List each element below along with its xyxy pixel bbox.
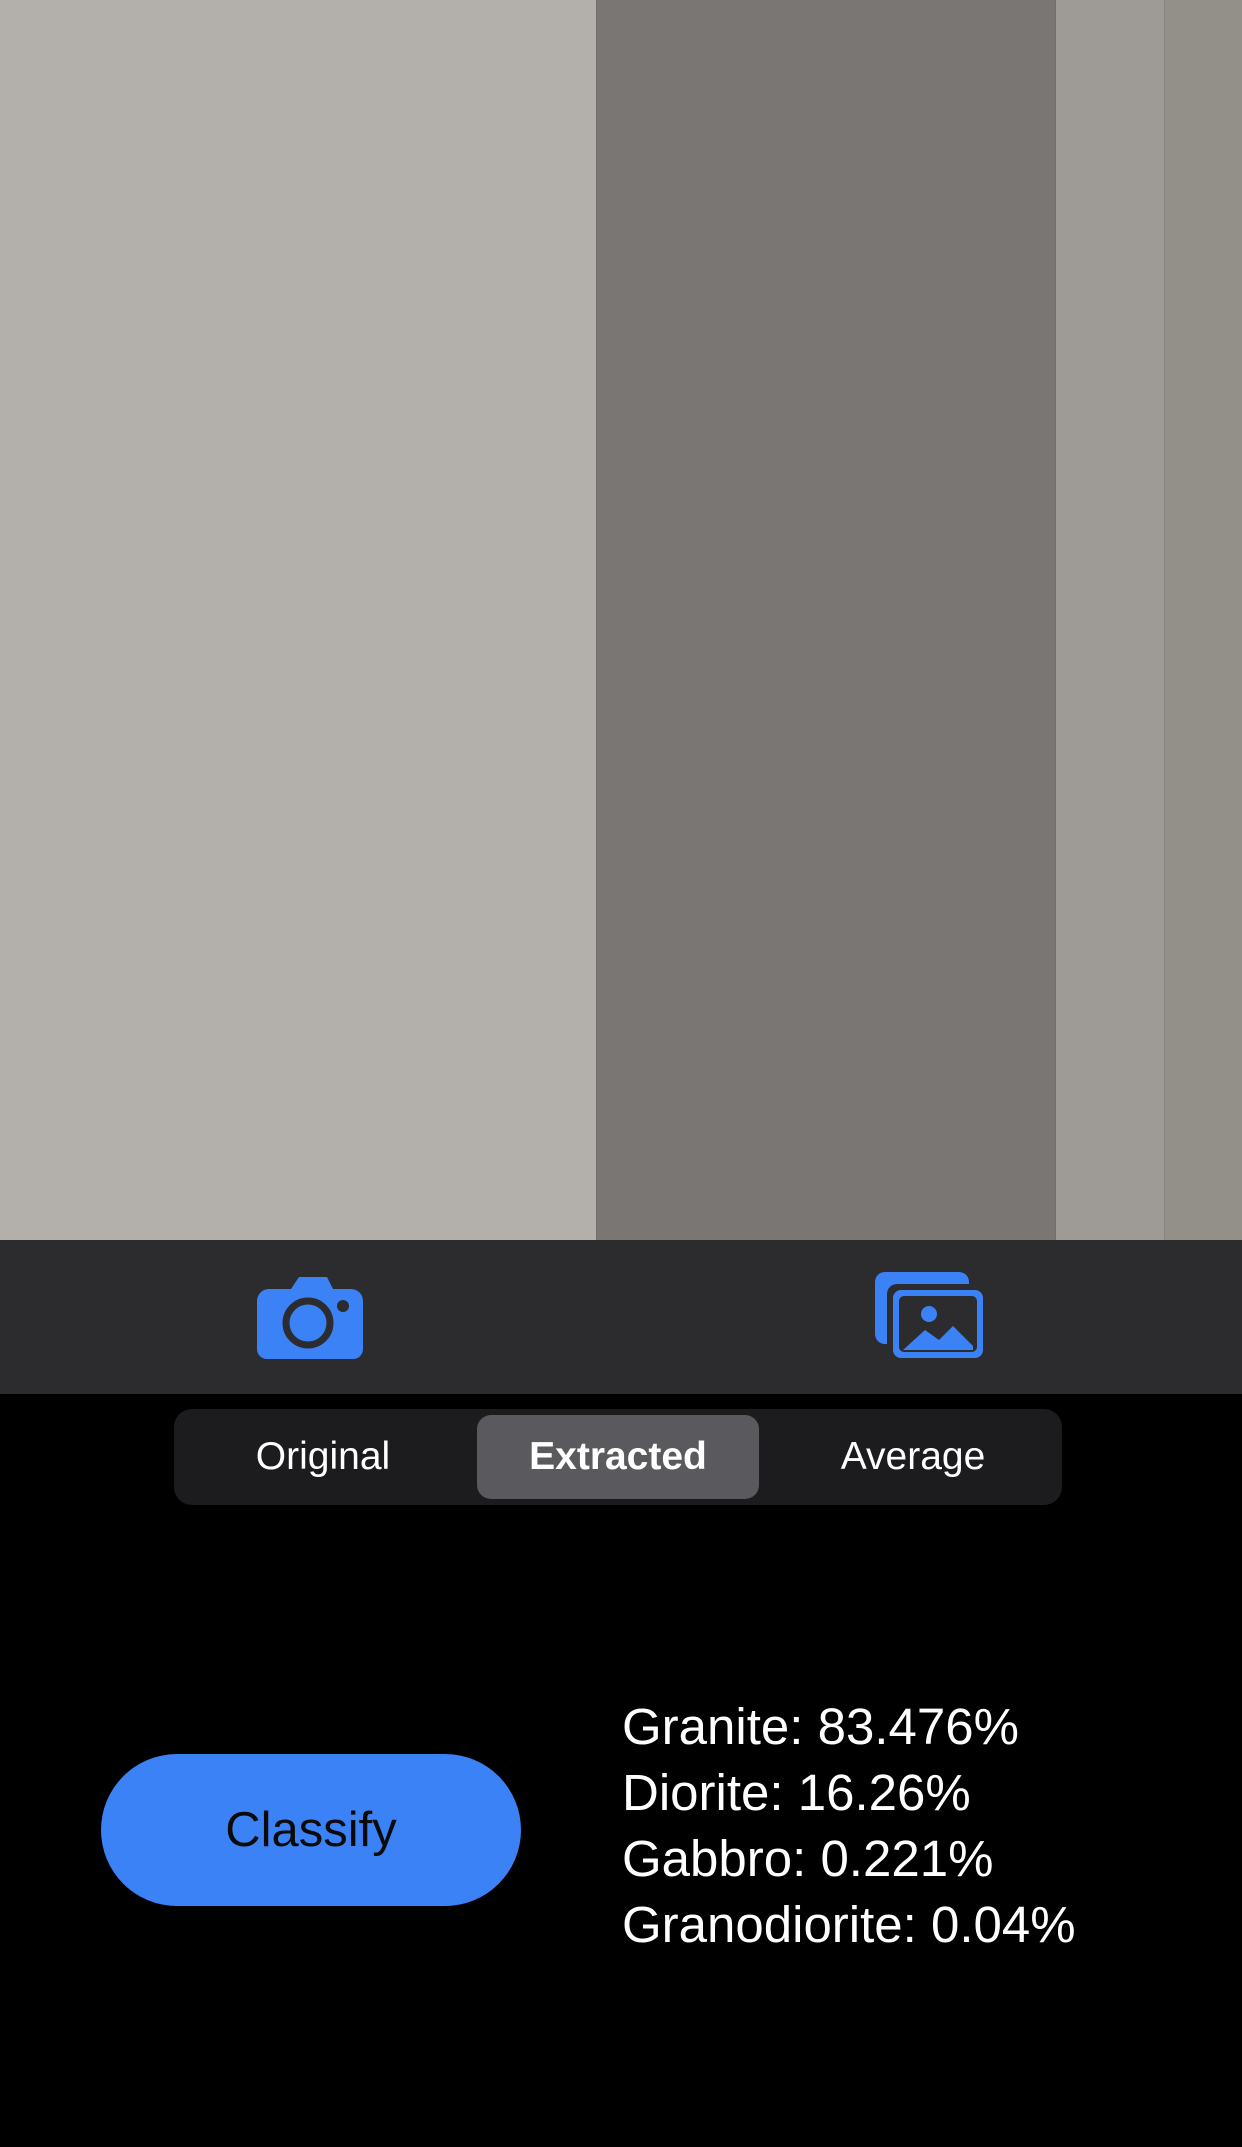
result-gabbro: Gabbro: 0.221%	[622, 1830, 994, 1887]
image-source-toolbar	[0, 1240, 1242, 1394]
color-band	[0, 0, 596, 1240]
color-band	[596, 0, 1056, 1240]
result-diorite: Diorite: 16.26%	[622, 1764, 971, 1821]
view-mode-segmented-control: Original Extracted Average	[174, 1409, 1062, 1505]
color-band	[1164, 0, 1242, 1240]
result-granite: Granite: 83.476%	[622, 1698, 1019, 1755]
photo-library-icon	[875, 1272, 987, 1362]
app-screen: Original Extracted Average Classify Gran…	[0, 0, 1242, 2147]
camera-button[interactable]	[245, 1262, 375, 1372]
segment-average[interactable]: Average	[768, 1415, 1058, 1499]
photo-library-button[interactable]	[866, 1262, 996, 1372]
classify-button-label: Classify	[225, 1803, 397, 1857]
result-granodiorite: Granodiorite: 0.04%	[622, 1896, 1076, 1953]
extracted-image-preview	[0, 0, 1242, 1240]
segment-original[interactable]: Original	[178, 1415, 468, 1499]
camera-icon	[257, 1277, 363, 1359]
segment-extracted[interactable]: Extracted	[477, 1415, 759, 1499]
classification-results: Granite: 83.476% Diorite: 16.26% Gabbro:…	[622, 1694, 1222, 1958]
color-band	[1056, 0, 1164, 1240]
classify-button[interactable]: Classify	[101, 1754, 521, 1906]
